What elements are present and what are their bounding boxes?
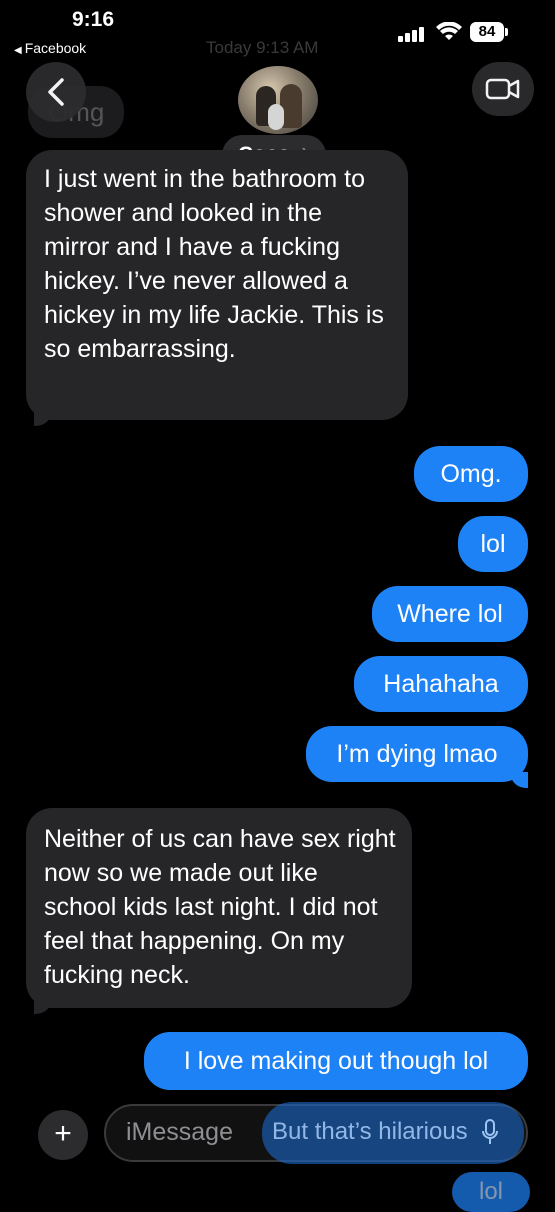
outgoing-message[interactable]: I’m dying lmao: [306, 726, 528, 782]
outgoing-message[interactable]: lol: [458, 516, 528, 572]
status-time: 9:16: [72, 8, 115, 31]
bubble-tail: [510, 772, 528, 788]
chevron-left-icon: [48, 78, 64, 106]
plus-icon: +: [54, 1117, 72, 1150]
back-button[interactable]: [26, 62, 86, 122]
back-to-app-link[interactable]: ◀ Facebook: [14, 40, 86, 56]
sending-text: But that’s hilarious: [272, 1118, 468, 1145]
outgoing-message[interactable]: Omg.: [414, 446, 528, 502]
outgoing-message[interactable]: Where lol: [372, 586, 528, 642]
facetime-video-button[interactable]: [472, 62, 534, 116]
bubble-tail: [34, 410, 52, 426]
contact-avatar[interactable]: [238, 66, 318, 134]
partial-outgoing-message: lol: [452, 1172, 530, 1212]
battery-nub: [505, 28, 508, 36]
wifi-icon: [436, 22, 462, 40]
outgoing-message[interactable]: I love making out though lol: [144, 1032, 528, 1090]
battery-icon: 84: [470, 22, 504, 42]
bubble-tail: [34, 998, 52, 1014]
microphone-icon[interactable]: [482, 1118, 498, 1148]
plus-button[interactable]: +: [38, 1110, 88, 1160]
timestamp: Today 9:13 AM: [206, 38, 319, 57]
signal-icon: [398, 26, 426, 42]
back-triangle-icon: ◀: [14, 45, 22, 56]
incoming-message[interactable]: I just went in the bathroom to shower an…: [26, 150, 408, 420]
video-camera-icon: [485, 78, 520, 100]
outgoing-message[interactable]: Hahahaha: [354, 656, 528, 712]
incoming-message[interactable]: Neither of us can have sex right now so …: [26, 808, 412, 1008]
message-placeholder: iMessage: [126, 1118, 233, 1146]
back-app-label: Facebook: [24, 40, 87, 56]
